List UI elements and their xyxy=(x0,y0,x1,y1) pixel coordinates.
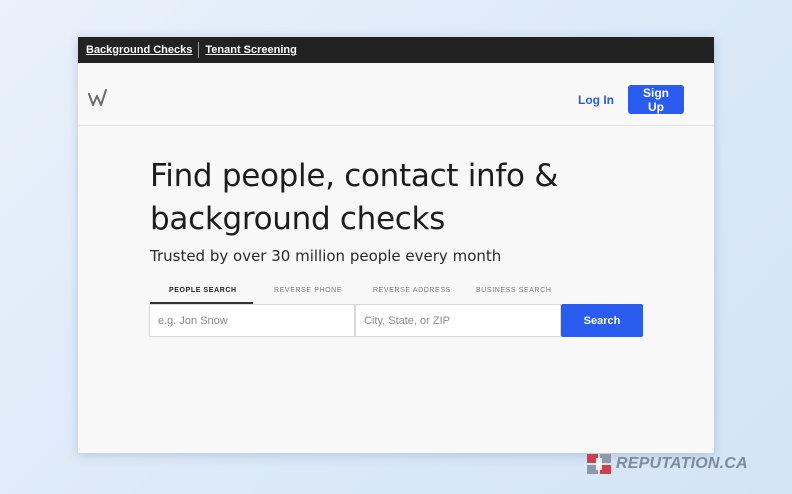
watermark-text: REPUTATION.CA xyxy=(616,455,748,472)
search-button[interactable]: Search xyxy=(561,304,643,337)
background-checks-link[interactable]: Background Checks xyxy=(86,44,192,56)
tab-people-search[interactable]: PEOPLE SEARCH xyxy=(169,287,237,294)
headline-line-1: Find people, contact info & xyxy=(150,158,559,194)
page-title: Find people, contact info & background c… xyxy=(150,155,558,241)
tab-business-search[interactable]: BUSINESS SEARCH xyxy=(476,287,552,294)
location-search-input[interactable] xyxy=(355,304,561,337)
navbar: Log In Sign Up xyxy=(78,63,714,126)
w-logo-icon[interactable] xyxy=(88,89,108,107)
topbar-divider xyxy=(198,42,200,58)
tab-reverse-address[interactable]: REVERSE ADDRESS xyxy=(373,287,451,294)
top-bar: Background Checks Tenant Screening xyxy=(78,37,714,63)
login-link[interactable]: Log In xyxy=(578,93,614,107)
headline-line-2: background checks xyxy=(150,201,446,237)
name-search-input[interactable] xyxy=(149,304,355,337)
reputation-logo-icon xyxy=(586,452,612,476)
tab-reverse-phone[interactable]: REVERSE PHONE xyxy=(274,287,342,294)
subheading: Trusted by over 30 million people every … xyxy=(150,247,502,265)
tenant-screening-link[interactable]: Tenant Screening xyxy=(205,44,296,56)
search-form: Search xyxy=(149,304,643,337)
search-tabs: PEOPLE SEARCH REVERSE PHONE REVERSE ADDR… xyxy=(150,287,570,305)
browser-frame: Background Checks Tenant Screening Log I… xyxy=(78,37,714,453)
signup-button[interactable]: Sign Up xyxy=(628,85,684,114)
watermark: REPUTATION.CA xyxy=(586,452,748,476)
